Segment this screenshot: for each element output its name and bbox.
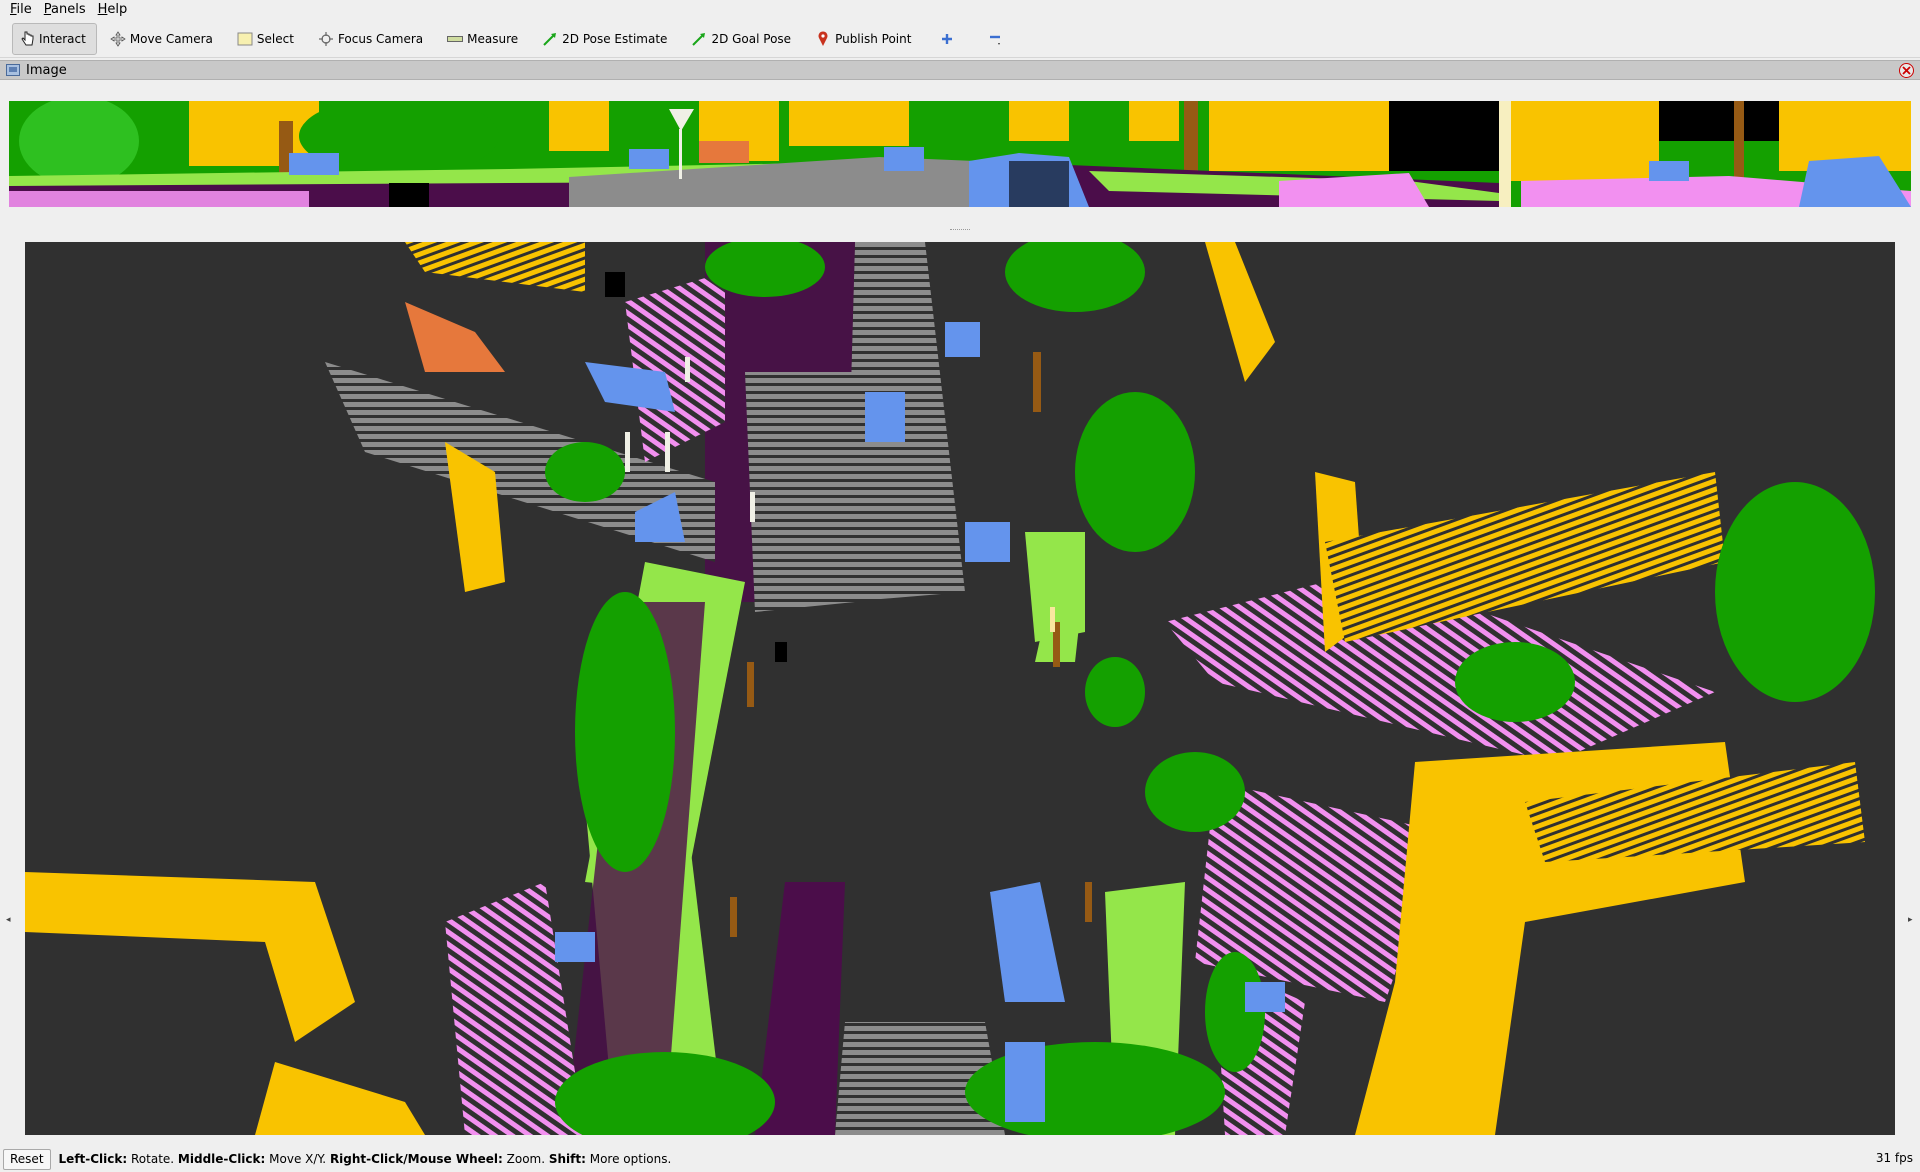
- crosshair-icon: [318, 31, 334, 47]
- reset-button[interactable]: Reset: [3, 1148, 51, 1170]
- segmented-camera-image: [9, 101, 1911, 207]
- goal-pose-tool-button[interactable]: 2D Goal Pose: [684, 23, 802, 55]
- collapse-left-icon[interactable]: ◂: [6, 915, 14, 925]
- add-tool-button[interactable]: [928, 23, 970, 55]
- minus-icon: [987, 31, 1003, 47]
- map-pin-icon: [815, 30, 831, 47]
- green-arrow-icon: [542, 31, 558, 47]
- move-camera-tool-button[interactable]: Move Camera: [103, 23, 224, 55]
- interact-tool-label: Interact: [39, 31, 86, 46]
- status-bar: Reset Left-Click: Rotate. Middle-Click: …: [0, 1146, 1920, 1172]
- pose-estimate-tool-label: 2D Pose Estimate: [562, 31, 668, 46]
- menu-panels[interactable]: Panels: [38, 0, 92, 19]
- green-arrow-icon: [691, 31, 707, 47]
- point-cloud-view: [25, 242, 1895, 1135]
- mouse-hint-text: Left-Click: Rotate. Middle-Click: Move X…: [58, 1152, 672, 1166]
- select-rect-icon: [237, 31, 253, 47]
- rviz-window: File Panels Help Interact Move Camera Se…: [0, 0, 1920, 1172]
- measure-tool-button[interactable]: Measure: [440, 23, 529, 55]
- tool-bar: Interact Move Camera Select Focus Camera…: [0, 20, 1920, 58]
- move-camera-tool-label: Move Camera: [129, 31, 213, 46]
- select-tool-label: Select: [256, 31, 294, 46]
- select-tool-button[interactable]: Select: [230, 23, 305, 55]
- interact-tool-button[interactable]: Interact: [12, 22, 97, 55]
- panel-splitter[interactable]: [950, 229, 970, 231]
- collapse-right-icon[interactable]: ▸: [1908, 915, 1916, 925]
- focus-camera-tool-button[interactable]: Focus Camera: [311, 23, 434, 55]
- 3d-viewport[interactable]: [25, 242, 1895, 1135]
- image-panel-title: Image: [26, 62, 67, 78]
- render-panel: ◂ ▸: [0, 235, 1920, 1135]
- goal-pose-tool-label: 2D Goal Pose: [711, 31, 792, 46]
- image-panel-titlebar: Image: [0, 60, 1920, 80]
- close-icon[interactable]: [1899, 63, 1914, 78]
- plus-icon: [939, 31, 955, 47]
- focus-camera-tool-label: Focus Camera: [337, 31, 424, 46]
- fps-counter: 31 fps: [1875, 1151, 1913, 1165]
- menu-file[interactable]: File: [4, 0, 38, 19]
- image-panel-icon: [6, 64, 20, 76]
- hand-pointer-icon: [19, 31, 35, 47]
- menu-help[interactable]: Help: [92, 0, 134, 19]
- remove-tool-button[interactable]: [976, 23, 1018, 55]
- move-arrows-icon: [110, 30, 126, 47]
- publish-point-tool-label: Publish Point: [835, 31, 912, 46]
- measure-tool-label: Measure: [467, 31, 519, 46]
- image-panel: [0, 81, 1920, 225]
- menu-bar: File Panels Help: [0, 0, 1920, 19]
- pose-estimate-tool-button[interactable]: 2D Pose Estimate: [535, 23, 678, 55]
- publish-point-tool-button[interactable]: Publish Point: [808, 23, 922, 55]
- ruler-icon: [447, 31, 464, 47]
